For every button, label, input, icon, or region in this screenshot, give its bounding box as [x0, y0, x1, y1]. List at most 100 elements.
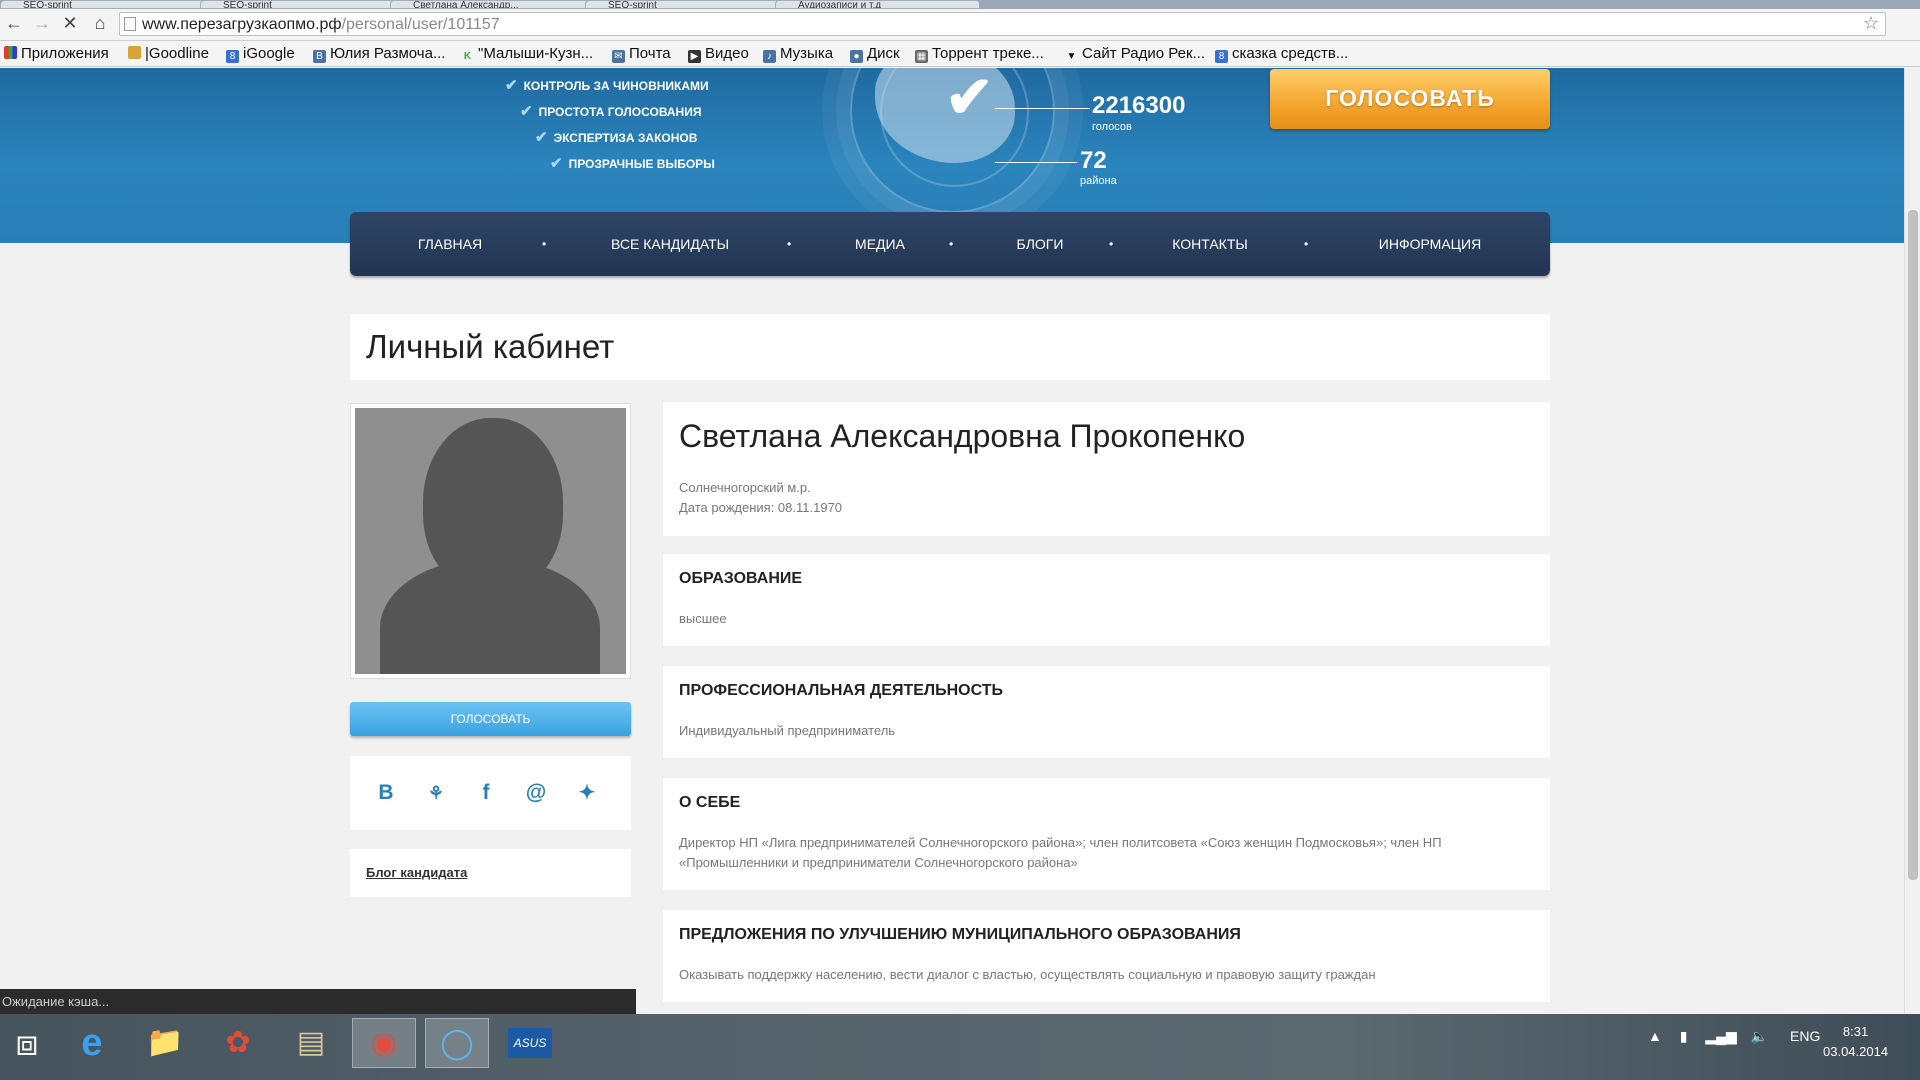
- torrent-icon: ▦: [915, 50, 928, 63]
- app-icon[interactable]: ◯: [425, 1018, 489, 1068]
- stat-connector: [995, 162, 1077, 163]
- bookmark-item[interactable]: ● Диск: [850, 45, 900, 63]
- section-text: Индивидуальный предприниматель: [679, 723, 896, 738]
- browser-tab-active[interactable]: Светлана Александр...: [390, 0, 595, 9]
- bookmark-item[interactable]: 8 сказка средств...: [1215, 45, 1348, 63]
- forward-icon[interactable]: →: [32, 13, 52, 33]
- feature-item: ✔ ПРОЗРАЧНЫЕ ВЫБОРЫ: [550, 155, 715, 172]
- tab-label: SEO-sprint: [223, 0, 272, 9]
- bookmark-item[interactable]: ✉ Почта: [612, 45, 671, 63]
- bookmark-apps[interactable]: Приложения: [4, 45, 109, 63]
- bookmark-item[interactable]: K "Малыши-Кузн...: [461, 45, 593, 63]
- districts-label: района: [1080, 175, 1117, 187]
- check-icon: ✔: [550, 155, 563, 172]
- blog-panel: Блог кандидата: [350, 849, 631, 897]
- back-icon[interactable]: ←: [4, 13, 24, 33]
- browser-tab[interactable]: SEO-sprint: [200, 0, 405, 9]
- nav-separator: •: [1109, 237, 1114, 251]
- nav-item[interactable]: ИНФОРМАЦИЯ: [1355, 212, 1505, 276]
- google-icon: 8: [1215, 50, 1228, 63]
- tray-expand-icon[interactable]: ▲: [1648, 1028, 1662, 1044]
- file-explorer-icon[interactable]: 📁: [133, 1018, 197, 1068]
- twitter-icon[interactable]: ✦: [574, 780, 600, 806]
- section-heading: ПРЕДЛОЖЕНИЯ ПО УЛУЧШЕНИЮ МУНИЦИПАЛЬНОГО …: [679, 926, 1241, 943]
- section-card: ОБРАЗОВАНИЕ высшее: [663, 554, 1550, 646]
- vk-icon[interactable]: В: [373, 780, 399, 806]
- tab-label: SEO-sprint: [608, 0, 657, 9]
- person-name: Светлана Александровна Прокопенко: [679, 418, 1246, 454]
- blog-link[interactable]: Блог кандидата: [366, 865, 467, 880]
- feature-item: ✔ ЭКСПЕРТИЗА ЗАКОНОВ: [535, 129, 698, 146]
- vote-button[interactable]: ГОЛОСОВАТЬ: [350, 702, 631, 736]
- nav-separator: •: [542, 237, 547, 251]
- picasa-icon[interactable]: ✿: [206, 1018, 270, 1068]
- page-title: Личный кабинет: [366, 328, 615, 365]
- tab-label: Аудиозаписи и т.д: [798, 0, 882, 9]
- browser-tab[interactable]: SEO-sprint: [0, 0, 205, 9]
- feature-item: ✔ ПРОСТОТА ГОЛОСОВАНИЯ: [520, 103, 702, 120]
- facebook-icon[interactable]: f: [473, 780, 499, 806]
- nav-item[interactable]: БЛОГИ: [990, 212, 1090, 276]
- bookmarks-bar: Приложения |Goodline 8 iGoogle B Юлия Разм…: [0, 41, 1920, 67]
- asus-icon[interactable]: ASUS: [498, 1018, 562, 1068]
- check-icon: ✔: [535, 129, 548, 146]
- nav-item[interactable]: ВСЕ КАНДИДАТЫ: [595, 212, 745, 276]
- nav-item[interactable]: КОНТАКТЫ: [1140, 212, 1280, 276]
- browser-toolbar: ← → ✕ ⌂ www.перезагрузкаопмо.рф/personal…: [0, 9, 1920, 41]
- internet-explorer-icon[interactable]: e: [60, 1018, 124, 1068]
- votes-label: голосов: [1092, 121, 1132, 133]
- signal-icon[interactable]: ▂▄▆: [1705, 1028, 1736, 1044]
- scrollbar[interactable]: [1904, 68, 1920, 1014]
- nav-item[interactable]: ГЛАВНАЯ: [400, 212, 500, 276]
- nav-item[interactable]: МЕДИА: [830, 212, 930, 276]
- page-icon: [124, 17, 136, 31]
- stat-connector: [995, 108, 1090, 109]
- scrollbar-thumb[interactable]: [1908, 210, 1918, 880]
- windows-start-icon[interactable]: ⧈: [0, 1018, 59, 1068]
- home-icon[interactable]: ⌂: [90, 13, 110, 33]
- bookmark-item[interactable]: ▦ Торрент треке...: [915, 45, 1044, 63]
- battery-icon[interactable]: ▮: [1680, 1028, 1688, 1044]
- nav-separator: •: [787, 237, 792, 251]
- browser-tab[interactable]: SEO-sprint: [585, 0, 790, 9]
- bookmark-item[interactable]: B Юлия Размоча...: [313, 45, 445, 63]
- main-nav: ГЛАВНАЯ • ВСЕ КАНДИДАТЫ • МЕДИА • БЛОГИ …: [350, 212, 1550, 276]
- bookmark-item[interactable]: ▼ Сайт Радио Рек...: [1065, 45, 1205, 63]
- bookmark-item[interactable]: ♪ Музыка: [763, 45, 833, 63]
- tab-label: Светлана Александр...: [413, 0, 519, 9]
- nav-separator: •: [949, 237, 954, 251]
- browser-status: Ожидание кэша...: [0, 989, 636, 1014]
- star-icon[interactable]: ☆: [1863, 13, 1879, 34]
- bookmark-item[interactable]: ▶ Видео: [688, 45, 749, 63]
- section-card: О СЕБЕ Директор НП «Лига предпринимателе…: [663, 778, 1550, 890]
- section-card: ПРОФЕССИОНАЛЬНАЯ ДЕЯТЕЛЬНОСТЬ Индивидуал…: [663, 666, 1550, 758]
- check-icon: ✔: [520, 103, 533, 120]
- notes-icon[interactable]: ▤: [279, 1018, 343, 1068]
- vote-button-top[interactable]: ГОЛОСОВАТЬ: [1270, 69, 1550, 129]
- section-text: высшее: [679, 611, 727, 626]
- silhouette-head: [423, 418, 563, 593]
- profile-card: Светлана Александровна Прокопенко Солнеч…: [663, 402, 1550, 536]
- music-icon: ♪: [763, 50, 776, 63]
- mail-icon[interactable]: @: [523, 780, 549, 806]
- language-indicator[interactable]: ENG: [1790, 1028, 1820, 1044]
- tab-label: SEO-sprint: [23, 0, 72, 9]
- volume-icon[interactable]: 🔈: [1751, 1028, 1768, 1044]
- stop-icon[interactable]: ✕: [60, 13, 80, 33]
- radio-icon: ▼: [1066, 51, 1077, 62]
- chrome-icon[interactable]: ◉: [352, 1018, 416, 1068]
- page-viewport: ✔ КОНТРОЛЬ ЗА ЧИНОВНИКАМИ ✔ ПРОСТОТА ГОЛОС…: [0, 68, 1904, 1014]
- check-icon: ✔: [505, 77, 518, 94]
- bookmark-item[interactable]: 8 iGoogle: [226, 45, 295, 63]
- odnoklassniki-icon[interactable]: ⚘: [423, 780, 449, 806]
- bookmark-item[interactable]: |Goodline: [128, 45, 209, 63]
- address-bar[interactable]: www.перезагрузкаопмо.рф/personal/user/10…: [119, 12, 1886, 36]
- person-district: Солнечногорский м.р.: [679, 480, 811, 495]
- clock[interactable]: 8:31 03.04.2014: [1823, 1022, 1888, 1062]
- avatar: [350, 403, 631, 679]
- social-share: В ⚘ f @ ✦: [350, 756, 631, 830]
- google-icon: 8: [226, 50, 239, 63]
- section-text: Оказывать поддержку населению, вести диа…: [679, 967, 1376, 982]
- browser-tab[interactable]: Аудиозаписи и т.д: [775, 0, 980, 9]
- video-icon: ▶: [688, 50, 701, 63]
